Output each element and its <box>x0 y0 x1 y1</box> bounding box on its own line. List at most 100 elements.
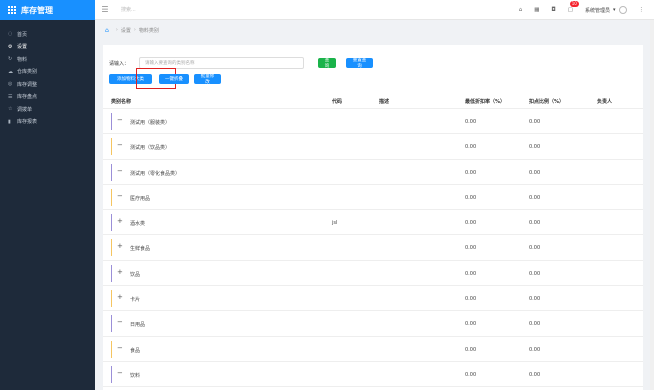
table-row[interactable]: − 食品 0.00 0.00 <box>103 337 643 362</box>
min-discount-rate: 0.00 <box>465 119 477 125</box>
sidebar-item-icon: ⚙ <box>8 43 13 50</box>
filter-label: 请输入： <box>109 60 130 67</box>
sidebar-item[interactable]: ◌ 首页 <box>0 28 95 41</box>
batch-edit-button[interactable]: 批量修改 <box>194 74 221 85</box>
min-discount-rate: 0.00 <box>465 194 477 201</box>
sidebar: 库存管理 ◌ 首页 ⚙ 设置 ↻ 物料 ☁ 仓库类别 ◎ 库存调整 ☰ 库存盘点 ☆ 调拨单 ▮ 库存报表 <box>0 0 95 390</box>
avatar <box>618 6 627 14</box>
sidebar-item[interactable]: ↻ 物料 <box>0 53 95 66</box>
table-row[interactable]: − 日用品 0.00 0.00 <box>103 311 643 337</box>
query-button[interactable]: 查询 <box>318 58 336 69</box>
expand-toggle-icon[interactable]: − <box>117 344 123 352</box>
table-row[interactable]: + 生鲜食品 0.00 0.00 <box>103 235 643 261</box>
sidebar-item[interactable]: ▮ 库存报表 <box>0 116 95 129</box>
table-row[interactable]: − 医疗用品 0.00 0.00 <box>103 185 643 211</box>
category-name: 生鲜食品 <box>130 246 151 253</box>
sidebar-item-label: 库存盘点 <box>17 94 38 101</box>
min-discount-rate: 0.00 <box>465 270 477 277</box>
row-level-bar <box>111 239 112 257</box>
header-desc: 描述 <box>379 99 390 105</box>
table-row[interactable]: + 饮品 0.00 0.00 <box>103 261 643 287</box>
expand-toggle-icon[interactable]: + <box>117 218 123 225</box>
more-icon[interactable]: ⋮ <box>639 7 645 13</box>
row-level-bar <box>111 188 112 206</box>
row-level-bar <box>111 214 112 232</box>
expand-toggle-icon[interactable]: − <box>117 117 123 124</box>
category-name: 食品 <box>130 347 141 354</box>
sidebar-item-icon: ↻ <box>8 56 13 63</box>
deduction-ratio: 0.00 <box>529 220 541 227</box>
header-name: 类别名称 <box>111 99 132 105</box>
table-row[interactable]: + 卡片 0.00 0.00 <box>103 286 643 312</box>
header-rate: 最低折扣率（%） <box>465 99 506 105</box>
sidebar-item[interactable]: ⚙ 设置 <box>0 41 95 54</box>
deduction-ratio: 0.00 <box>529 245 541 252</box>
search-input[interactable]: 搜索... <box>121 6 136 13</box>
row-level-bar <box>111 138 112 156</box>
table-row[interactable]: − 测试用（服装类） 0.00 0.00 <box>103 109 643 135</box>
row-level-bar <box>111 264 112 282</box>
expand-toggle-icon[interactable]: − <box>117 192 123 200</box>
header-code: 代码 <box>332 99 343 105</box>
row-level-bar <box>111 365 112 383</box>
breadcrumb-current: 物料类别 <box>138 27 159 34</box>
collapse-all-button[interactable]: 一键折叠 <box>159 74 189 84</box>
table-row[interactable]: + 酒水类 jsl 0.00 0.00 <box>103 210 643 236</box>
notification-badge: 10 <box>569 1 579 7</box>
min-discount-rate: 0.00 <box>465 144 477 151</box>
sidebar-item-icon: ▮ <box>8 118 11 125</box>
row-level-bar <box>111 315 112 333</box>
sidebar-item[interactable]: ☰ 库存盘点 <box>0 91 95 104</box>
expand-toggle-icon[interactable]: − <box>117 319 123 326</box>
grid-icon[interactable]: ▦ <box>534 7 539 13</box>
deduction-ratio: 0.00 <box>529 296 541 303</box>
page-scrollbar[interactable] <box>650 20 654 390</box>
expand-toggle-icon[interactable]: − <box>117 167 123 175</box>
message-icon[interactable]: ▢ 10 <box>568 1 579 13</box>
sidebar-item-icon: ☆ <box>8 106 13 113</box>
category-name: 测试用（服装类） <box>130 120 171 126</box>
expand-toggle-icon[interactable]: + <box>117 294 123 301</box>
table-header: 类别名称 代码 描述 最低折扣率（%） 扣点比例（%） 负责人 <box>103 95 643 109</box>
expand-toggle-icon[interactable]: − <box>117 369 123 377</box>
sidebar-item[interactable]: ☁ 仓库类别 <box>0 66 95 79</box>
breadcrumb: ⌂ › 设置 › 物料类别 <box>95 20 654 40</box>
sidebar-item-label: 物料 <box>17 56 28 63</box>
chevron-down-icon: ▾ <box>612 7 616 13</box>
min-discount-rate: 0.00 <box>465 245 477 252</box>
category-name: 测试用（零化食品类） <box>130 170 181 177</box>
min-discount-rate: 0.00 <box>465 346 477 353</box>
expand-toggle-icon[interactable]: + <box>117 268 123 276</box>
bell-icon[interactable]: ◘ <box>551 7 555 13</box>
table-row[interactable]: − 测试用（饮品类） 0.00 0.00 <box>103 134 643 160</box>
sidebar-item-icon: ☁ <box>8 68 13 75</box>
app-brand[interactable]: 库存管理 <box>0 0 95 20</box>
home-breadcrumb-icon[interactable]: ⌂ <box>105 27 109 34</box>
sidebar-nav: ◌ 首页 ⚙ 设置 ↻ 物料 ☁ 仓库类别 ◎ 库存调整 ☰ 库存盘点 ☆ 调拨单 ▮ 库存报表 <box>0 28 95 128</box>
min-discount-rate: 0.00 <box>465 296 477 303</box>
category-name: 饮品 <box>130 271 141 278</box>
row-level-bar <box>111 163 112 181</box>
min-discount-rate: 0.00 <box>465 169 477 176</box>
breadcrumb-settings[interactable]: 设置 <box>121 27 131 34</box>
sidebar-item[interactable]: ◎ 库存调整 <box>0 78 95 91</box>
row-level-bar <box>111 290 112 308</box>
table-row[interactable]: − 测试用（零化食品类） 0.00 0.00 <box>103 160 643 185</box>
sidebar-item-icon: ◌ <box>8 31 13 38</box>
table-row[interactable]: − 饮料 0.00 0.00 <box>103 362 643 388</box>
home-icon[interactable]: ⌂ <box>519 7 523 13</box>
sidebar-item-label: 仓库类别 <box>17 69 38 76</box>
sidebar-item[interactable]: ☆ 调拨单 <box>0 103 95 116</box>
menu-toggle-icon[interactable]: ☰ <box>95 5 115 14</box>
row-level-bar <box>111 340 112 358</box>
deduction-ratio: 0.00 <box>529 371 541 378</box>
sidebar-item-icon: ☰ <box>8 93 13 100</box>
expand-toggle-icon[interactable]: − <box>117 142 123 149</box>
reset-query-button[interactable]: 重置查询 <box>346 58 373 69</box>
category-code: jsl <box>332 220 338 227</box>
user-menu[interactable]: 系统管理员 ▾ <box>585 6 627 14</box>
expand-toggle-icon[interactable]: + <box>117 243 123 250</box>
content-card: 请输入： 请输入要查询的类别名称 查询 重置查询 添加物料大类 一键折叠 批量修… <box>103 45 643 390</box>
category-name: 日用品 <box>130 322 146 329</box>
table-body: − 测试用（服装类） 0.00 0.00− 测试用（饮品类） 0.00 0.00− 测试用（零… <box>103 109 643 388</box>
